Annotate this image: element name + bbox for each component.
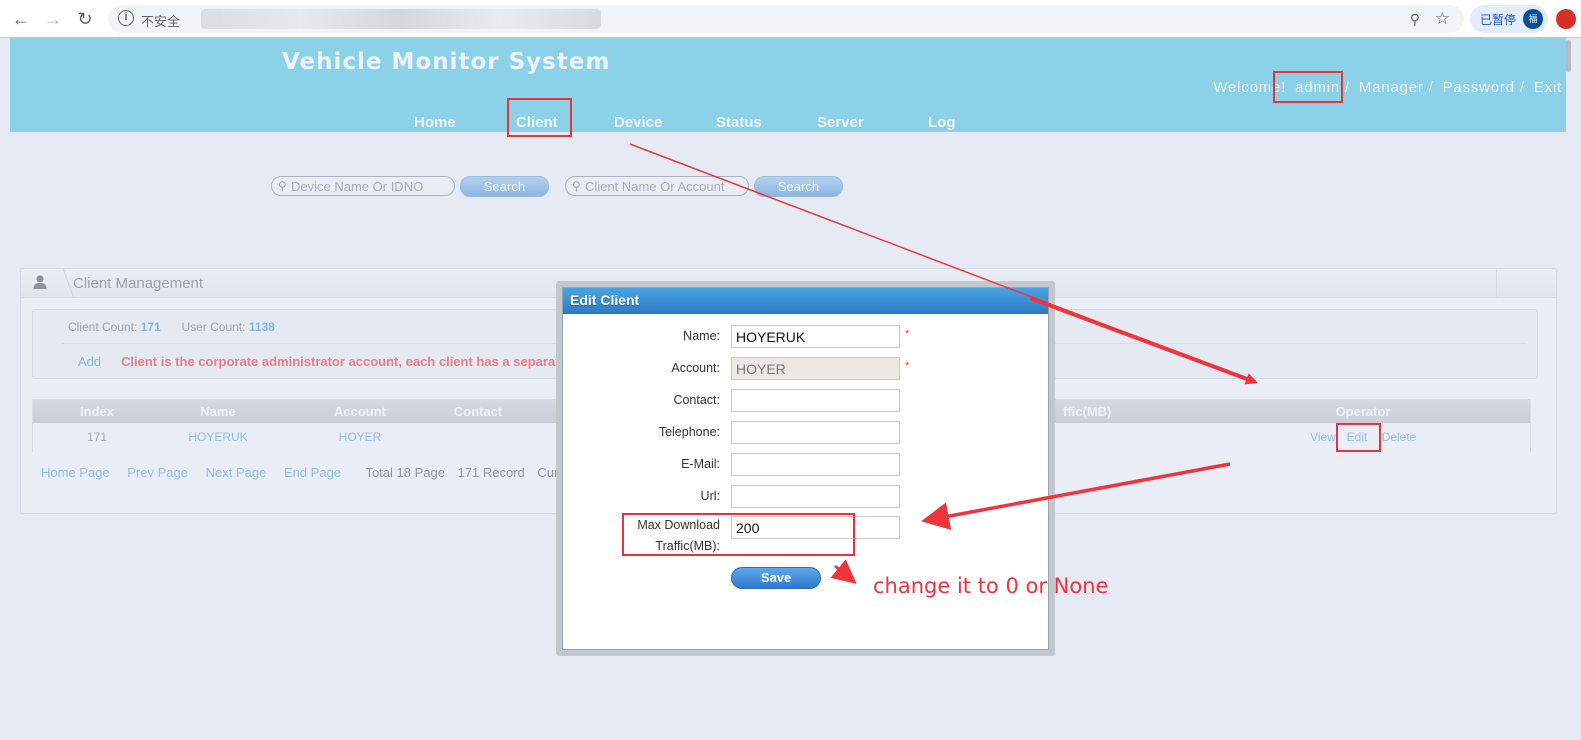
telephone-label: Telephone: — [658, 425, 720, 439]
url-label: Url: — [700, 489, 720, 503]
panel-title: Client Management — [73, 275, 204, 292]
email-label: E-Mail: — [681, 457, 720, 471]
cell-name[interactable]: HOYERUK — [183, 430, 253, 444]
dialog-title: Edit Client — [570, 292, 640, 308]
next-page-link[interactable]: Next Page — [206, 465, 267, 480]
device-search-input[interactable] — [291, 178, 451, 194]
account-input — [731, 357, 900, 380]
column-header-contact: Contact — [453, 404, 503, 419]
required-mark: * — [905, 328, 910, 340]
contact-input[interactable] — [731, 389, 900, 412]
save-button[interactable]: Save — [731, 567, 821, 589]
browser-toolbar: ← → ↻ i 不安全 ⚲ ☆ 已暂停 福 — [0, 0, 1581, 38]
highlight-max-download — [622, 513, 855, 556]
client-search-field[interactable]: ⚲ — [565, 176, 749, 196]
extension-icon[interactable] — [1556, 9, 1576, 29]
client-info-note: Client is the corporate administrator ac… — [121, 354, 571, 369]
field-url: Url: — [563, 485, 1048, 509]
required-mark: * — [905, 360, 910, 372]
annotation-note: change it to 0 or None — [873, 574, 1109, 598]
cell-index: 171 — [86, 430, 108, 444]
client-search-input[interactable] — [585, 178, 745, 194]
name-label: Name: — [683, 329, 720, 343]
info-icon[interactable]: i — [118, 10, 134, 26]
star-icon[interactable]: ☆ — [1435, 9, 1450, 29]
dialog-header: Edit Client × — [563, 288, 1048, 314]
record-count: 171 Record — [457, 465, 525, 480]
client-count-label: Client Count: — [68, 320, 138, 334]
avatar: 福 — [1523, 9, 1543, 29]
field-account: Account: * — [563, 357, 1048, 381]
nav-server[interactable]: Server — [817, 114, 864, 131]
reload-icon[interactable]: ↻ — [74, 8, 96, 30]
profile-status: 已暂停 — [1480, 13, 1517, 27]
highlight-edit-link — [1336, 423, 1381, 452]
home-page-link[interactable]: Home Page — [41, 465, 110, 480]
email-input[interactable] — [731, 453, 900, 476]
user-menu: Welcome! admin / Manager / Password / Ex… — [1209, 79, 1562, 96]
telephone-input[interactable] — [731, 421, 900, 444]
view-link[interactable]: View — [1308, 430, 1338, 444]
close-icon[interactable]: × — [1034, 291, 1042, 307]
pagination: Home Page Prev Page Next Page End Page T… — [41, 465, 602, 482]
profile-button[interactable]: 已暂停 福 — [1470, 5, 1548, 33]
column-header-account: Account — [334, 404, 386, 419]
field-email: E-Mail: — [563, 453, 1048, 477]
nav-home[interactable]: Home — [414, 114, 456, 131]
field-name: Name: * — [563, 325, 1048, 349]
prev-page-link[interactable]: Prev Page — [127, 465, 188, 480]
contact-label: Contact: — [673, 393, 720, 407]
column-header-index: Index — [80, 404, 114, 419]
user-menu-exit[interactable]: Exit — [1534, 79, 1562, 96]
nav-status[interactable]: Status — [716, 114, 762, 131]
page-scrollbar[interactable] — [1566, 38, 1581, 740]
search-icon: ⚲ — [278, 179, 287, 193]
counts: Client Count: 171 User Count: 1138 — [68, 320, 275, 334]
device-search-field[interactable]: ⚲ — [271, 176, 455, 196]
user-count-value: 1138 — [248, 320, 275, 334]
back-arrow-icon[interactable]: ← — [10, 8, 32, 30]
field-telephone: Telephone: — [563, 421, 1048, 445]
scrollbar-thumb[interactable] — [1566, 40, 1571, 72]
column-header-operator: Operator — [1335, 404, 1391, 419]
highlight-admin — [1273, 71, 1343, 103]
highlight-client-nav — [507, 98, 572, 137]
column-header-name: Name — [200, 404, 236, 419]
delete-link[interactable]: Delete — [1379, 430, 1419, 444]
app-title: Vehicle Monitor System — [282, 49, 611, 75]
main-nav: Home Client Device Status Server Log — [10, 112, 1568, 132]
total-pages: Total 18 Page — [365, 465, 445, 480]
user-count-label: User Count: — [181, 320, 246, 334]
client-count-value: 171 — [140, 320, 161, 334]
url-input[interactable] — [731, 485, 900, 508]
cell-account[interactable]: HOYER — [325, 430, 395, 444]
forward-arrow-icon[interactable]: → — [42, 8, 64, 30]
user-menu-manager[interactable]: Manager / — [1359, 79, 1434, 96]
obscured-url — [201, 9, 601, 29]
user-menu-password[interactable]: Password / — [1443, 79, 1525, 96]
security-label: 不安全 — [141, 14, 181, 29]
end-page-link[interactable]: End Page — [284, 465, 341, 480]
user-icon — [33, 275, 47, 289]
field-contact: Contact: — [563, 389, 1048, 413]
panel-header-cell — [1496, 269, 1556, 298]
search-icon: ⚲ — [572, 179, 581, 193]
address-bar[interactable]: i 不安全 ⚲ ☆ — [108, 5, 1464, 33]
breadcrumb-separator — [51, 269, 75, 298]
add-client-link[interactable]: Add — [78, 354, 101, 369]
client-search-button[interactable]: Search — [754, 176, 843, 197]
name-input[interactable] — [731, 325, 900, 348]
nav-device[interactable]: Device — [614, 114, 662, 131]
device-search-button[interactable]: Search — [460, 176, 549, 197]
column-header-traffic: ffic(MB) — [1063, 404, 1112, 419]
nav-log[interactable]: Log — [928, 114, 956, 131]
key-icon[interactable]: ⚲ — [1410, 11, 1420, 28]
account-label: Account: — [671, 361, 720, 375]
